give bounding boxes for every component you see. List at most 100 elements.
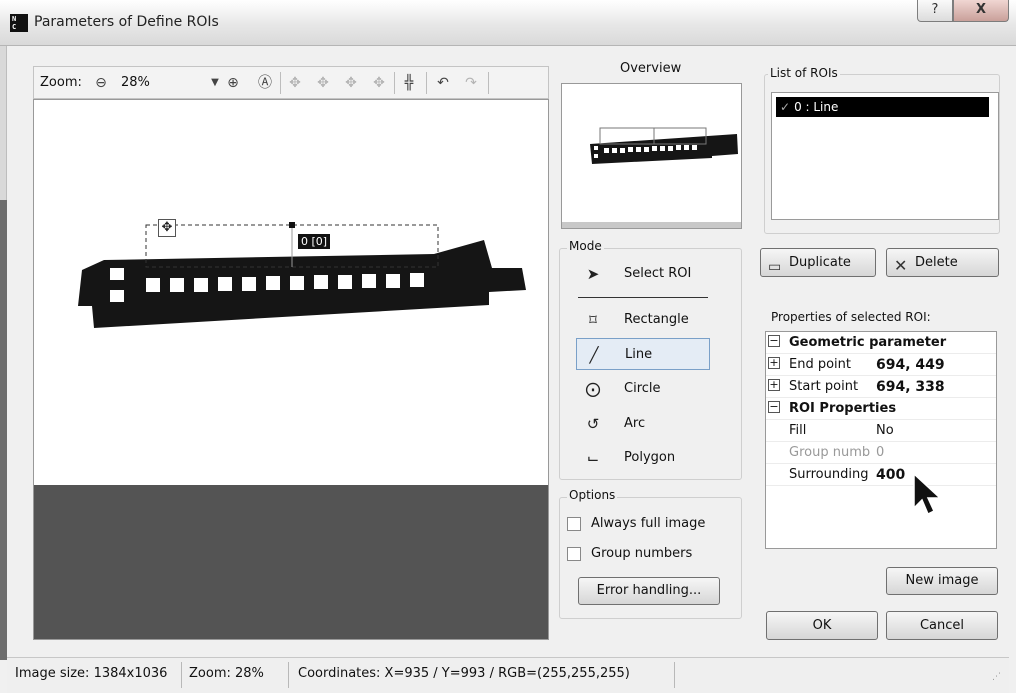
close-button[interactable]: X <box>953 0 1009 22</box>
property-name: Group numb <box>789 445 871 460</box>
status-coordinates: Coordinates: X=935 / Y=993 / RGB=(255,25… <box>298 666 630 681</box>
arc-icon: ↺ <box>586 415 600 433</box>
property-name: Surrounding <box>789 467 869 482</box>
new-image-button[interactable]: New image <box>886 567 998 595</box>
help-button[interactable]: ? <box>917 0 953 22</box>
geometric-parameter-category[interactable]: − Geometric parameter <box>766 332 996 354</box>
status-divider <box>181 662 182 688</box>
mode-label: Rectangle <box>624 312 689 327</box>
window-title: Parameters of Define ROIs <box>34 14 219 30</box>
expand-icon[interactable]: + <box>768 357 780 369</box>
checkbox-box[interactable] <box>567 547 581 561</box>
property-grid[interactable]: − Geometric parameter + End point 694, 4… <box>765 331 997 549</box>
mode-divider <box>578 297 708 298</box>
move-handle-icon[interactable]: ✥ <box>158 219 176 237</box>
rectangle-icon: ⌑ <box>589 311 597 329</box>
checkbox-label: Group numbers <box>591 546 693 561</box>
bracket-image <box>78 222 526 328</box>
expand-icon[interactable]: + <box>768 379 780 391</box>
overview-thumbnail[interactable] <box>561 83 742 229</box>
start-point-row[interactable]: + Start point 694, 338 <box>766 376 996 398</box>
status-image-size: Image size: 1384x1036 <box>15 666 168 681</box>
duplicate-button[interactable]: ▭ Duplicate <box>760 248 876 277</box>
app-icon: NC <box>10 14 28 32</box>
roi-listbox[interactable]: ✓ 0 : Line <box>771 92 999 220</box>
collapse-icon[interactable]: − <box>768 335 780 347</box>
undo-icon[interactable]: ↶ <box>434 74 452 92</box>
delete-label: Delete <box>915 255 958 270</box>
mode-label: Circle <box>624 381 661 396</box>
mode-label: Line <box>625 347 653 362</box>
fill-row[interactable]: Fill No <box>766 420 996 442</box>
zoom-fit-icon[interactable]: Ⓐ <box>256 74 274 92</box>
roi-handle <box>289 222 295 228</box>
mode-polygon[interactable]: ⌙ Polygon <box>576 442 710 474</box>
list-item[interactable]: ✓ 0 : Line <box>776 97 989 117</box>
always-full-image-checkbox[interactable]: Always full image <box>567 515 727 533</box>
delete-button[interactable]: ✕ Delete <box>886 248 999 277</box>
image-canvas[interactable]: ✥ 0 [0] <box>33 99 549 640</box>
zoom-select[interactable]: 28% <box>121 75 150 90</box>
mode-rectangle[interactable]: ⌑ Rectangle <box>576 304 710 336</box>
mode-select-roi[interactable]: ➤ Select ROI <box>576 258 710 290</box>
mode-label: Arc <box>624 416 646 431</box>
collapse-icon[interactable]: − <box>768 401 780 413</box>
roi-properties-category[interactable]: − ROI Properties <box>766 398 996 420</box>
zoom-label: Zoom: <box>40 75 82 90</box>
end-point-row[interactable]: + End point 694, 449 <box>766 354 996 376</box>
circle-icon: ⨀ <box>585 380 601 398</box>
checkbox-box[interactable] <box>567 517 581 531</box>
property-name: Start point <box>789 379 859 394</box>
category-label: ROI Properties <box>789 401 897 416</box>
window-frame-shadow <box>0 200 7 660</box>
status-divider <box>288 662 289 688</box>
toolbar-divider <box>488 72 489 94</box>
line-icon: ╱ <box>589 346 599 364</box>
mode-arc[interactable]: ↺ Arc <box>576 408 710 440</box>
check-icon: ✓ <box>780 100 791 114</box>
property-value: 0 <box>876 445 885 460</box>
overview-label: Overview <box>620 61 682 76</box>
ruler-icon[interactable]: ╬ <box>400 74 418 92</box>
mode-line[interactable]: ╱ Line <box>576 338 710 370</box>
property-name: Fill <box>789 423 807 438</box>
toolbar-divider <box>394 72 395 94</box>
checkbox-label: Always full image <box>591 516 706 531</box>
duplicate-icon: ▭ <box>768 259 782 275</box>
property-value[interactable]: 694, 338 <box>876 379 945 395</box>
list-item-label: 0 : Line <box>794 100 839 114</box>
mode-title: Mode <box>567 239 604 253</box>
status-bar: Image size: 1384x1036 Zoom: 28% Coordina… <box>7 657 1009 693</box>
toolbar-divider <box>280 72 281 94</box>
canvas-background <box>34 485 548 639</box>
mode-circle[interactable]: ⨀ Circle <box>576 373 710 405</box>
roi-label: 0 [0] <box>298 234 331 249</box>
cancel-button[interactable]: Cancel <box>886 611 998 640</box>
move-down-icon: ✥ <box>373 75 385 91</box>
title-bar: NC Parameters of Define ROIs ? X <box>0 0 1016 46</box>
toolbar-divider <box>426 72 427 94</box>
duplicate-label: Duplicate <box>789 255 851 270</box>
group-numbers-checkbox[interactable]: Group numbers <box>567 545 727 563</box>
zoom-in-icon[interactable]: ⊕ <box>224 74 242 92</box>
options-title: Options <box>567 488 618 502</box>
chevron-down-icon[interactable]: ▼ <box>206 74 224 92</box>
overview-image <box>562 127 741 228</box>
group-number-row: Group numb 0 <box>766 442 996 464</box>
property-value[interactable]: 400 <box>876 467 905 483</box>
redo-icon: ↷ <box>465 75 477 91</box>
property-value[interactable]: 694, 449 <box>876 357 945 373</box>
property-value[interactable]: No <box>876 423 894 438</box>
move-right-icon: ✥ <box>317 75 329 91</box>
roi-list-title: List of ROIs <box>768 66 840 80</box>
zoom-out-icon[interactable]: ⊖ <box>92 74 110 92</box>
arrow-pointer-icon: ➤ <box>586 265 600 283</box>
surrounding-row[interactable]: Surrounding 400 <box>766 464 996 486</box>
property-name: End point <box>789 357 851 372</box>
ok-button[interactable]: OK <box>766 611 878 640</box>
move-up-icon: ✥ <box>345 75 357 91</box>
error-handling-button[interactable]: Error handling... <box>578 577 720 605</box>
resize-grip-icon[interactable]: ⋰ <box>992 672 1001 682</box>
delete-icon: ✕ <box>894 256 908 275</box>
category-label: Geometric parameter <box>789 335 947 350</box>
